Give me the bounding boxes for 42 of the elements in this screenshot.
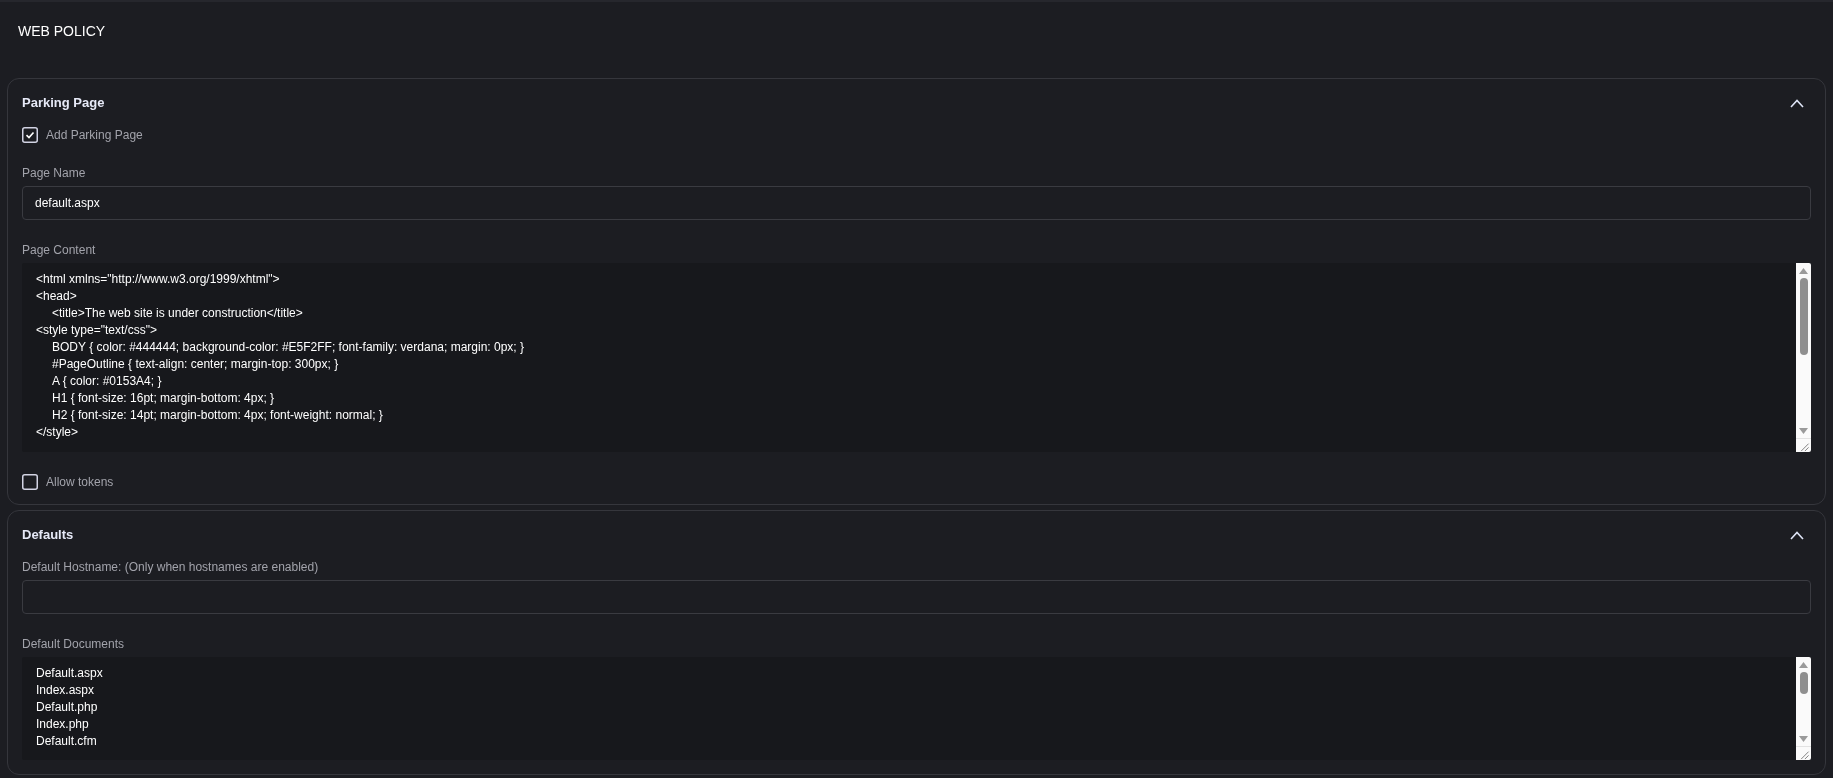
text-field[interactable] [22, 580, 1811, 614]
checkbox[interactable] [22, 474, 38, 490]
text-field[interactable]: default.aspx [22, 186, 1811, 220]
scrollbar-thumb[interactable] [1799, 278, 1808, 355]
text-line: <title>The web site is under construction</title> [52, 305, 303, 322]
field-label: Page Content [22, 242, 96, 258]
scrollbar[interactable] [1796, 263, 1811, 452]
scroll-up-arrow-icon[interactable] [1799, 268, 1808, 274]
scrollbar-thumb[interactable] [1799, 672, 1808, 694]
text-line: A { color: #0153A4; } [52, 373, 162, 390]
text-line: <style type="text/css"> [36, 322, 157, 339]
text-line: H2 { font-size: 14pt; margin-bottom: 4px; font-weight: normal; } [52, 407, 383, 424]
field-label: Page Name [22, 165, 86, 181]
text-line: Index.aspx [36, 682, 95, 699]
checkbox-label[interactable]: Allow tokens [46, 474, 114, 490]
textarea-field[interactable] [22, 263, 1811, 452]
text-line: Default.cfm [36, 733, 97, 750]
text-line: <html xmlns="http://www.w3.org/1999/xhtml"> [36, 271, 280, 288]
text-line: Default.php [36, 699, 98, 716]
collapse-chevron-icon[interactable] [1790, 98, 1804, 108]
text-line: #PageOutline { text-align: center; margin-top: 300px; } [52, 356, 339, 373]
text-line: BODY { color: #444444; background-color: #E5F2FF; font-family: verdana; margin: 0px; } [52, 339, 525, 356]
resize-grip-icon[interactable] [1796, 746, 1811, 760]
scroll-down-arrow-icon[interactable] [1799, 736, 1808, 742]
text-line: </style> [36, 424, 79, 441]
page-title: WEB POLICY [18, 22, 106, 40]
resize-grip-icon[interactable] [1796, 438, 1811, 452]
text-line: Index.php [36, 716, 89, 733]
scrollbar[interactable] [1796, 657, 1811, 760]
scroll-down-arrow-icon[interactable] [1799, 428, 1808, 434]
field-label: Default Hostname: (Only when hostnames are enabled) [22, 559, 319, 575]
textarea-field[interactable]: Default.aspx Index.aspx Default.php Index.php Default.cfm [22, 657, 1811, 760]
checkbox[interactable] [22, 127, 38, 143]
text-line: <head> [36, 288, 77, 305]
scroll-up-arrow-icon[interactable] [1799, 662, 1808, 668]
checkbox-label[interactable]: Add Parking Page [46, 127, 143, 143]
field-label: Default Documents [22, 636, 125, 652]
text-line: H1 { font-size: 16pt; margin-bottom: 4px; } [52, 390, 275, 407]
section-title: Defaults [22, 526, 74, 544]
collapse-chevron-icon[interactable] [1790, 530, 1804, 540]
text-line: Default.aspx [36, 665, 103, 682]
section-title: Parking Page [22, 94, 105, 112]
